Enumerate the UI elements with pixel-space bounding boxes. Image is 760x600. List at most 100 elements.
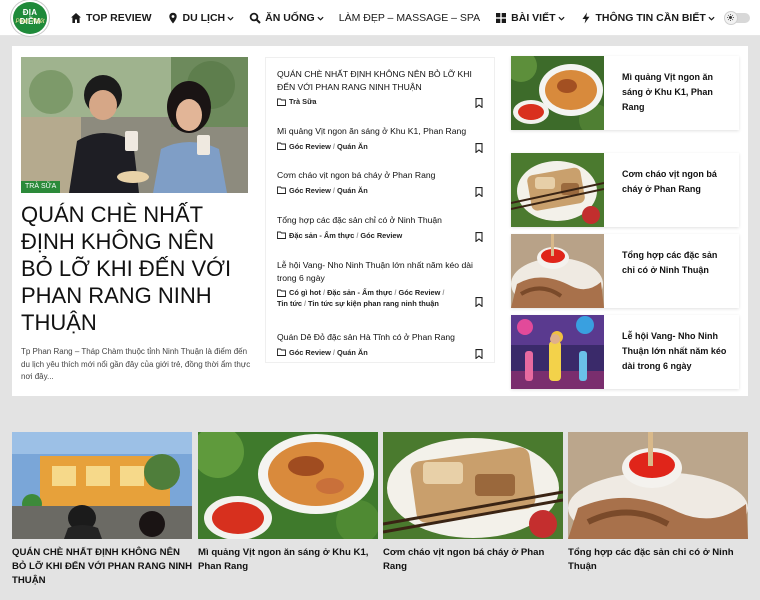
- category-separator: /: [356, 230, 359, 240]
- folder-icon: [277, 231, 286, 239]
- nav-label: ĂN UỐNG: [265, 12, 315, 24]
- nav-an-uong[interactable]: ĂN UỐNG: [249, 12, 324, 24]
- hero-title[interactable]: QUÁN CHÈ NHẤT ĐỊNH KHÔNG NÊN BỎ LỠ KHI Đ…: [21, 201, 251, 336]
- category-separator: /: [332, 347, 335, 357]
- sun-icon: [727, 14, 734, 21]
- shop-photo: [12, 432, 192, 539]
- list-item-title[interactable]: Tổng hợp các đặc sản chỉ có ở Ninh Thuận: [277, 214, 483, 227]
- duck-rice-photo: [383, 432, 563, 539]
- side-post-title[interactable]: Tổng hợp các đặc sản chỉ có ở Ninh Thuận: [622, 248, 730, 278]
- dark-mode-toggle[interactable]: [724, 10, 750, 26]
- list-item[interactable]: Lễ hội Vang- Nho Ninh Thuận lớn nhất năm…: [277, 259, 483, 309]
- category-separator: /: [394, 288, 397, 297]
- side-post-image[interactable]: [511, 234, 604, 308]
- list-item-categories: Góc Review / Quán Ăn: [277, 185, 469, 196]
- category-link[interactable]: Góc Review: [289, 185, 331, 196]
- nav-lam-dep[interactable]: LÀM ĐẸP – MASSAGE – SPA: [339, 12, 480, 24]
- grid-post-title[interactable]: QUÁN CHÈ NHẤT ĐỊNH KHÔNG NÊN BỎ LỠ KHI Đ…: [12, 546, 192, 588]
- grid-post-card[interactable]: Tổng hợp các đặc sản chỉ có ở Ninh Thuận: [568, 432, 748, 574]
- chevron-down-icon: [227, 16, 234, 21]
- chevron-down-icon: [317, 16, 324, 21]
- bookmark-icon[interactable]: [475, 187, 483, 197]
- map-pin-icon: [168, 12, 177, 24]
- bookmark-icon[interactable]: [475, 297, 483, 307]
- category-link[interactable]: Quán Ăn: [337, 141, 368, 152]
- grid-post-title[interactable]: Mì quảng Vịt ngon ăn sáng ở Khu K1, Phan…: [198, 546, 378, 574]
- bookmark-icon[interactable]: [475, 98, 483, 108]
- folder-icon: [277, 142, 286, 150]
- hero-image[interactable]: [21, 57, 248, 193]
- side-post-title[interactable]: Lễ hội Vang- Nho Ninh Thuận lớn nhất năm…: [622, 329, 730, 374]
- side-post-card[interactable]: Lễ hội Vang- Nho Ninh Thuận lớn nhất năm…: [511, 315, 739, 389]
- grid-post-image[interactable]: [12, 432, 192, 539]
- category-link[interactable]: Trà Sữa: [289, 96, 317, 107]
- nav-label: THÔNG TIN CẦN BIẾT: [595, 12, 706, 24]
- category-link[interactable]: Tin tức: [277, 298, 302, 309]
- list-item-title[interactable]: Mì quảng Vịt ngon ăn sáng ở Khu K1, Phan…: [277, 125, 483, 138]
- grid-post-image[interactable]: [198, 432, 378, 539]
- category-link[interactable]: Có gì hot: [289, 287, 321, 298]
- nav-top-review[interactable]: TOP REVIEW: [70, 12, 152, 24]
- category-separator: /: [303, 299, 306, 308]
- site-logo[interactable]: ĐỊA ĐIỂM Phan Thiết: [11, 0, 49, 36]
- hero-category-tag[interactable]: TRÀ SỮA: [21, 181, 61, 193]
- list-item-title[interactable]: Cơm cháo vịt ngon bá cháy ở Phan Rang: [277, 169, 483, 182]
- side-post-title[interactable]: Mì quảng Vịt ngon ăn sáng ở Khu K1, Phan…: [622, 70, 730, 115]
- folder-icon: [277, 98, 286, 106]
- nav-bai-viet[interactable]: BÀI VIẾT: [495, 12, 565, 24]
- side-post-card[interactable]: Tổng hợp các đặc sản chỉ có ở Ninh Thuận: [511, 234, 739, 308]
- noodle-photo: [198, 432, 378, 539]
- category-separator: /: [332, 185, 335, 195]
- nav-thong-tin[interactable]: THÔNG TIN CẦN BIẾT: [580, 12, 715, 24]
- list-item-categories: Góc Review / Quán Ăn: [277, 141, 469, 152]
- grid-post-image[interactable]: [383, 432, 563, 539]
- nav-label: LÀM ĐẸP – MASSAGE – SPA: [338, 12, 481, 24]
- side-post-image[interactable]: [511, 315, 604, 389]
- list-item-title[interactable]: Quán Dê Đỏ đặc sản Hà Tĩnh có ở Phan Ran…: [277, 331, 483, 344]
- category-link[interactable]: Đặc sản - Ẩm thực: [289, 230, 354, 241]
- category-link[interactable]: Góc Review: [398, 287, 440, 298]
- grid-post-card[interactable]: QUÁN CHÈ NHẤT ĐỊNH KHÔNG NÊN BỎ LỠ KHI Đ…: [12, 432, 192, 588]
- list-item-categories: Góc Review / Quán Ăn: [277, 347, 469, 358]
- category-link[interactable]: Quán Ăn: [337, 347, 368, 358]
- category-link[interactable]: Đặc sản - Ẩm thực: [327, 287, 392, 298]
- category-link[interactable]: Góc Review: [360, 230, 402, 241]
- list-item[interactable]: Cơm cháo vịt ngon bá cháy ở Phan Rang Gó…: [277, 169, 483, 197]
- bookmark-icon[interactable]: [475, 143, 483, 153]
- category-separator: /: [332, 141, 335, 151]
- hero-photo: [21, 57, 248, 193]
- folder-icon: [277, 186, 286, 194]
- side-post-card[interactable]: Cơm cháo vịt ngon bá cháy ở Phan Rang: [511, 153, 739, 227]
- grid-post-title[interactable]: Cơm cháo vịt ngon bá cháy ở Phan Rang: [383, 546, 563, 574]
- category-link[interactable]: Tin tức sự kiện phan rang ninh thuận: [308, 298, 439, 309]
- grid-post-card[interactable]: Mì quảng Vịt ngon ăn sáng ở Khu K1, Phan…: [198, 432, 378, 574]
- site-header: ĐỊA ĐIỂM Phan Thiết TOP REVIEW DU LỊCH Ă…: [0, 0, 760, 36]
- chevron-down-icon: [708, 16, 715, 21]
- side-post-title[interactable]: Cơm cháo vịt ngon bá cháy ở Phan Rang: [622, 167, 730, 197]
- grid-post-image[interactable]: [568, 432, 748, 539]
- list-item-title[interactable]: QUÁN CHÈ NHẤT ĐỊNH KHÔNG NÊN BỎ LỠ KHI Đ…: [277, 68, 483, 93]
- side-post-image[interactable]: [511, 56, 604, 130]
- folder-icon: [277, 348, 286, 356]
- category-link[interactable]: Quán Ăn: [337, 185, 368, 196]
- category-link[interactable]: Góc Review: [289, 347, 331, 358]
- nav-label: BÀI VIẾT: [511, 12, 556, 24]
- nav-du-lich[interactable]: DU LỊCH: [167, 12, 235, 24]
- side-post-card[interactable]: Mì quảng Vịt ngon ăn sáng ở Khu K1, Phan…: [511, 56, 739, 130]
- duck-rice-photo: [511, 153, 604, 227]
- grid-post-card[interactable]: Cơm cháo vịt ngon bá cháy ở Phan Rang: [383, 432, 563, 574]
- list-item-categories: Trà Sữa: [277, 96, 469, 107]
- category-link[interactable]: Góc Review: [289, 141, 331, 152]
- list-item[interactable]: Tổng hợp các đặc sản chỉ có ở Ninh Thuận…: [277, 214, 483, 242]
- main-nav: TOP REVIEW DU LỊCH ĂN UỐNG LÀM ĐẸP – MAS…: [70, 0, 730, 36]
- grid-post-title[interactable]: Tổng hợp các đặc sản chỉ có ở Ninh Thuận: [568, 546, 748, 574]
- logo-line2: Phan Thiết: [15, 19, 45, 25]
- bookmark-icon[interactable]: [475, 349, 483, 359]
- bookmark-icon[interactable]: [475, 232, 483, 242]
- list-item[interactable]: Quán Dê Đỏ đặc sản Hà Tĩnh có ở Phan Ran…: [277, 331, 483, 359]
- list-item[interactable]: QUÁN CHÈ NHẤT ĐỊNH KHÔNG NÊN BỎ LỠ KHI Đ…: [277, 68, 483, 108]
- list-item[interactable]: Mì quảng Vịt ngon ăn sáng ở Khu K1, Phan…: [277, 125, 483, 153]
- list-item-title[interactable]: Lễ hội Vang- Nho Ninh Thuận lớn nhất năm…: [277, 259, 473, 284]
- side-post-image[interactable]: [511, 153, 604, 227]
- nav-label: TOP REVIEW: [86, 12, 152, 24]
